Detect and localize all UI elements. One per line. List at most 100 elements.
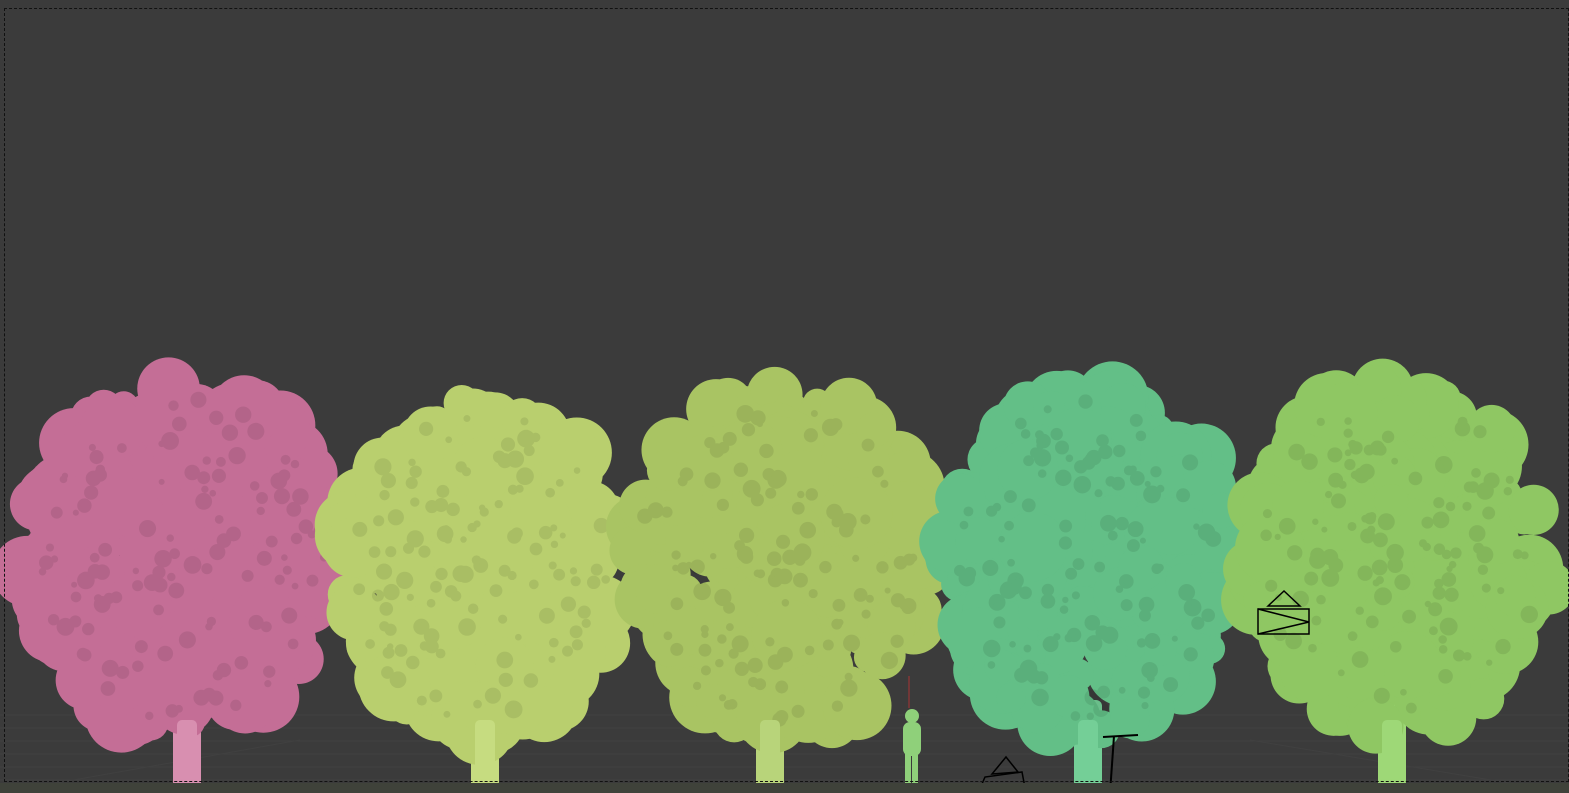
- leaf-shadow: [1344, 458, 1356, 471]
- leaf-shadow: [1482, 506, 1496, 520]
- leaf-shadow: [77, 498, 92, 513]
- leaf-shadow: [1183, 647, 1198, 662]
- leaf-shadow: [840, 679, 858, 697]
- leaf-shadow: [1070, 711, 1081, 721]
- leaf-cluster: [996, 682, 1026, 713]
- leaf-shadow: [145, 711, 154, 721]
- leaf-shadow: [776, 568, 793, 585]
- leaf-shadow: [1311, 615, 1322, 626]
- human-figure[interactable]: [903, 709, 921, 786]
- leaf-shadow: [1351, 651, 1369, 668]
- leaf-shadow: [292, 488, 309, 505]
- leaf-shadow: [734, 661, 749, 676]
- leaf-shadow: [791, 501, 805, 515]
- leaf-shadow: [560, 596, 577, 612]
- leaf-shadow: [169, 548, 181, 560]
- leaf-shadow: [221, 424, 239, 441]
- leaf-shadow: [458, 618, 476, 636]
- leaf-shadow: [1118, 574, 1134, 589]
- leaf-shadow: [1471, 468, 1481, 478]
- scene-canvas[interactable]: [0, 0, 1569, 793]
- leaf-shadow: [1433, 497, 1445, 509]
- leaf-shadow: [152, 577, 168, 593]
- leaf-shadow: [993, 616, 1006, 629]
- leaf-shadow: [436, 484, 450, 498]
- leaf-shadow: [1071, 591, 1080, 600]
- leaf-shadow: [290, 459, 300, 469]
- leaf-shadow: [1435, 456, 1453, 474]
- leaf-shadow: [1100, 514, 1117, 532]
- leaf-shadow: [670, 642, 684, 656]
- leaf-cluster: [85, 389, 123, 427]
- leaf-shadow: [739, 550, 754, 564]
- leaf-shadow: [1176, 488, 1191, 503]
- leaf-shadow: [195, 492, 213, 510]
- leaf-shadow: [265, 535, 278, 548]
- leaf-shadow: [1031, 688, 1049, 707]
- leaf-shadow: [1473, 425, 1487, 439]
- leaf-shadow: [1450, 547, 1462, 559]
- ground-strip: [0, 783, 1569, 793]
- leaf-shadow: [670, 597, 684, 611]
- leaf-shadow: [241, 569, 254, 582]
- leaf-shadow: [693, 582, 711, 601]
- leaf-shadow: [1444, 587, 1459, 602]
- leaf-shadow: [529, 542, 543, 556]
- leaf-shadow: [1072, 558, 1085, 571]
- leaf-shadow: [884, 587, 891, 594]
- leaf-shadow: [235, 406, 252, 423]
- leaf-cluster: [692, 381, 739, 427]
- tree-crown: [0, 357, 361, 753]
- leaf-shadow: [215, 456, 226, 467]
- leaf-shadow: [406, 593, 414, 601]
- tree-teal-green[interactable]: [919, 361, 1259, 788]
- leaf-shadow: [959, 520, 969, 530]
- leaf-shadow: [1004, 520, 1014, 531]
- leaf-shadow: [1321, 526, 1328, 533]
- leaf-shadow: [762, 467, 776, 481]
- leaf-shadow: [1043, 405, 1052, 414]
- leaf-shadow: [1371, 559, 1388, 576]
- leaf-shadow: [590, 563, 603, 576]
- 3d-viewport[interactable]: [0, 0, 1569, 793]
- leaf-shadow: [450, 590, 462, 602]
- leaf-shadow: [1304, 571, 1319, 586]
- leaf-shadow: [1373, 687, 1390, 704]
- tree-trunk-base: [1078, 720, 1098, 786]
- leaf-shadow: [132, 660, 144, 672]
- leaf-shadow: [216, 533, 232, 548]
- leaf-shadow: [860, 514, 871, 525]
- leaf-shadow: [1042, 636, 1059, 653]
- leaf-shadow: [38, 567, 47, 576]
- leaf-shadow: [808, 588, 818, 599]
- tree-pink[interactable]: [0, 357, 361, 788]
- leaf-shadow: [463, 415, 471, 423]
- leaf-shadow: [201, 563, 213, 575]
- leaf-shadow: [256, 550, 272, 566]
- leaf-shadow: [408, 458, 416, 467]
- leaf-shadow: [1086, 449, 1102, 466]
- leaf-cluster: [997, 439, 1059, 501]
- leaf-shadow: [1262, 508, 1273, 519]
- tree-green[interactable]: [1221, 358, 1569, 788]
- leaf-shadow: [1178, 584, 1196, 601]
- leaf-shadow: [765, 487, 777, 499]
- leaf-shadow: [550, 524, 558, 532]
- leaf-shadow: [159, 646, 171, 658]
- leaf-shadow: [394, 644, 408, 657]
- tree-olive-green[interactable]: [605, 366, 952, 788]
- leaf-shadow: [93, 594, 103, 603]
- leaf-shadow: [987, 661, 996, 669]
- leaf-shadow: [208, 690, 224, 706]
- leaf-shadow: [1400, 688, 1407, 696]
- leaf-shadow: [1445, 501, 1456, 512]
- leaf-shadow: [1059, 519, 1073, 533]
- leaf-shadow: [676, 562, 690, 575]
- leaf-shadow: [747, 657, 763, 673]
- leaf-shadow: [1457, 416, 1468, 427]
- leaf-shadow: [467, 522, 477, 533]
- leaf-cluster: [1047, 675, 1090, 718]
- leaf-shadow: [573, 467, 581, 474]
- leaf-shadow: [523, 673, 539, 688]
- leaf-shadow: [805, 488, 819, 501]
